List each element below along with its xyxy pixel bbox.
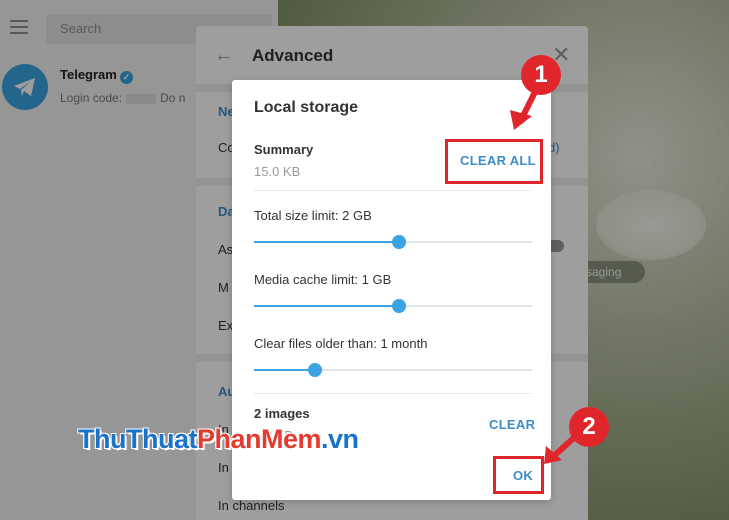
dialog-title: Local storage <box>254 99 359 116</box>
summary-size: 15.0 KB <box>254 164 301 179</box>
divider <box>254 190 531 191</box>
slider-handle[interactable] <box>308 363 322 377</box>
watermark-part1: ThuThuat <box>78 424 197 454</box>
total-size-slider[interactable] <box>254 235 532 249</box>
clear-images-button[interactable]: CLEAR <box>489 417 535 432</box>
site-watermark: ThuThuatPhanMem.vn <box>78 424 359 455</box>
step-badge-2: 2 <box>569 407 609 447</box>
highlight-ok <box>493 456 544 494</box>
images-label: 2 images <box>254 406 310 421</box>
clear-older-label: Clear files older than: 1 month <box>254 336 428 351</box>
watermark-part3: .vn <box>321 424 359 454</box>
highlight-clear-all <box>445 139 543 184</box>
watermark-part2: PhanMem <box>196 424 322 454</box>
clear-older-slider[interactable] <box>254 363 532 377</box>
slider-handle[interactable] <box>392 235 406 249</box>
step-badge-1: 1 <box>521 55 561 95</box>
divider <box>254 393 531 394</box>
media-cache-label: Media cache limit: 1 GB <box>254 272 392 287</box>
slider-handle[interactable] <box>392 299 406 313</box>
media-cache-slider[interactable] <box>254 299 532 313</box>
total-size-label: Total size limit: 2 GB <box>254 208 372 223</box>
summary-label: Summary <box>254 142 314 157</box>
